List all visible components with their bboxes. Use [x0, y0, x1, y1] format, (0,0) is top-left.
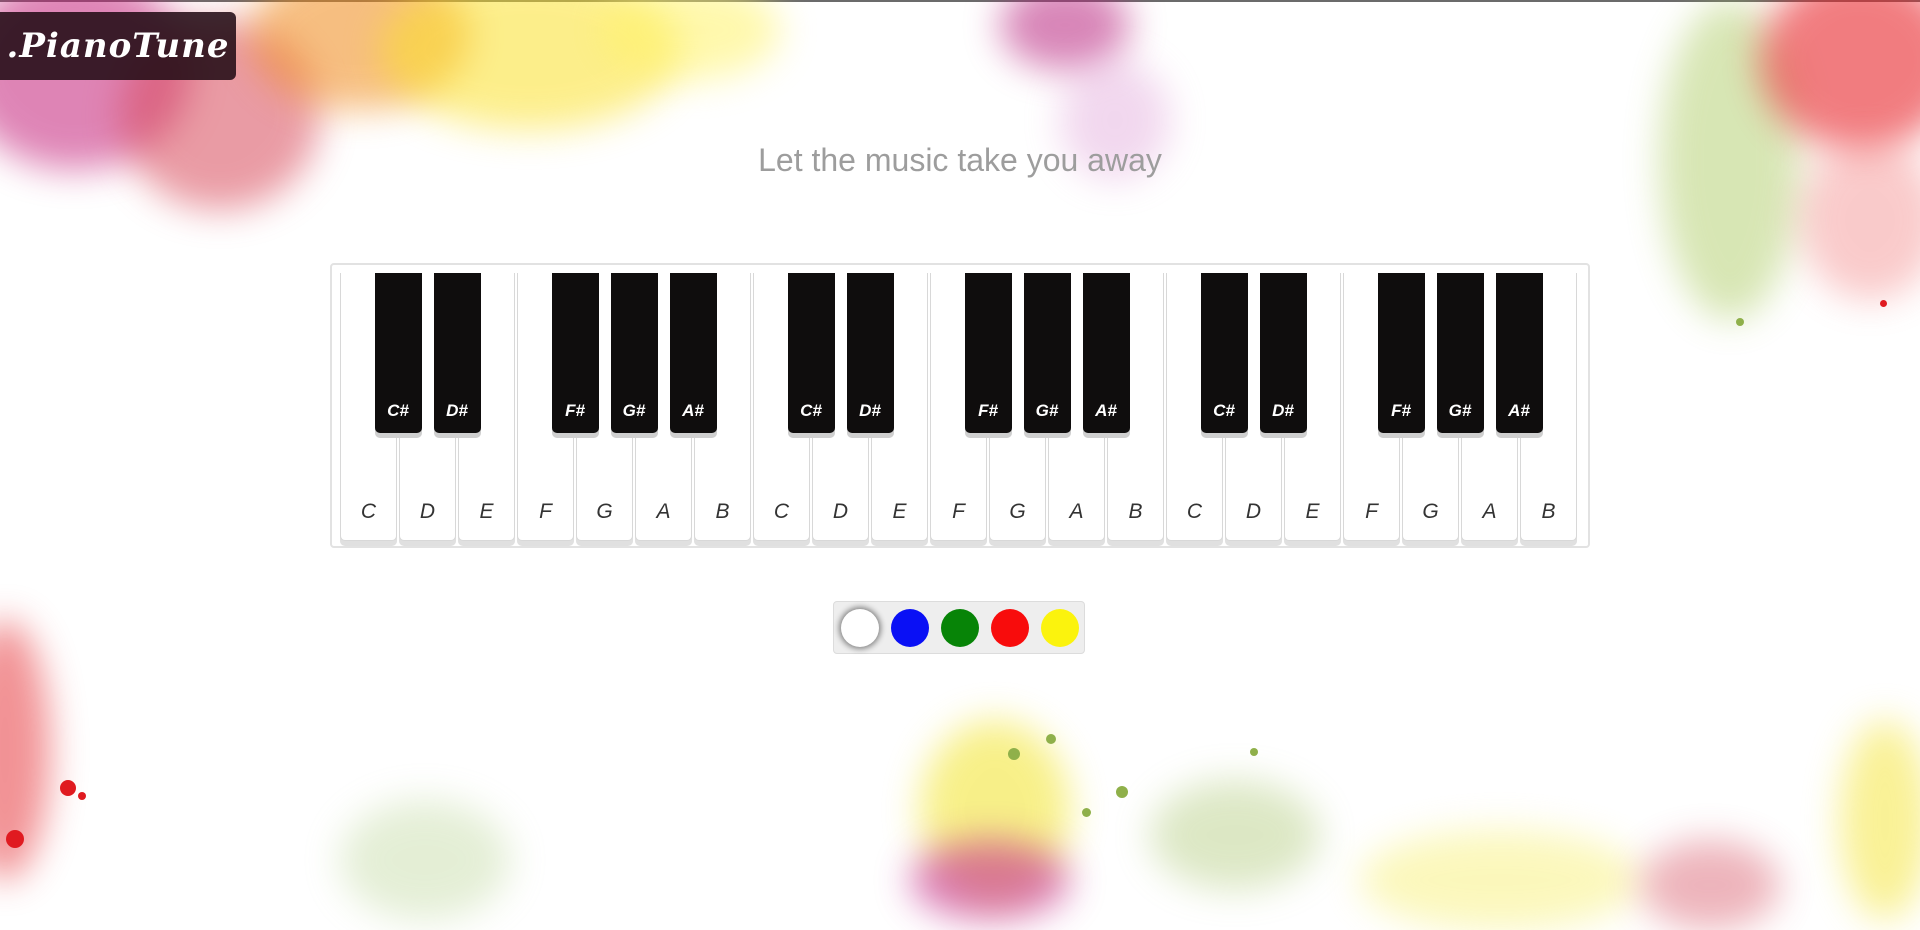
black-key[interactable]: A#: [1082, 273, 1130, 433]
black-key[interactable]: F#: [964, 273, 1012, 433]
white-key-label: D: [832, 500, 849, 523]
black-key-label: F#: [978, 401, 998, 420]
white-key-label: A: [656, 500, 671, 523]
logo-text: .PianoTune: [6, 26, 230, 66]
white-key-label: E: [479, 500, 494, 523]
black-key[interactable]: C#: [787, 273, 835, 433]
white-key-label: E: [1305, 500, 1320, 523]
black-key-label: C#: [1213, 401, 1235, 420]
white-key-label: C: [1186, 500, 1203, 523]
white-key-label: E: [892, 500, 907, 523]
black-key-label: D#: [1272, 401, 1294, 420]
color-palette: [833, 601, 1085, 654]
black-key-label: A#: [1095, 401, 1117, 420]
piano-keyboard: C D E F G A B C D E F G A B C D E F G A B C# D# F# G# A# C# D# F# G#…: [330, 263, 1590, 548]
black-key-label: A#: [1508, 401, 1530, 420]
black-key-label: F#: [1391, 401, 1411, 420]
white-key-label: D: [1245, 500, 1262, 523]
black-key[interactable]: G#: [1023, 273, 1071, 433]
black-key[interactable]: D#: [1259, 273, 1307, 433]
white-key-label: B: [1541, 500, 1556, 523]
color-swatch-blue[interactable]: [891, 609, 929, 647]
logo[interactable]: .PianoTune: [0, 12, 236, 80]
black-key[interactable]: A#: [1495, 273, 1543, 433]
color-swatch-red[interactable]: [991, 609, 1029, 647]
color-swatch-white[interactable]: [841, 609, 879, 647]
black-key[interactable]: G#: [610, 273, 658, 433]
white-key-label: G: [596, 500, 613, 523]
black-key[interactable]: F#: [1377, 273, 1425, 433]
white-key-label: C: [773, 500, 790, 523]
white-key-label: F: [539, 500, 552, 523]
white-key-label: G: [1422, 500, 1439, 523]
white-key-label: D: [419, 500, 436, 523]
white-key-label: A: [1482, 500, 1497, 523]
black-key-label: D#: [859, 401, 881, 420]
black-key[interactable]: D#: [846, 273, 894, 433]
top-border: [0, 0, 1920, 2]
black-key[interactable]: F#: [551, 273, 599, 433]
color-swatch-yellow[interactable]: [1041, 609, 1079, 647]
white-key-label: B: [715, 500, 730, 523]
black-key-label: G#: [1448, 401, 1472, 420]
white-key-label: B: [1128, 500, 1143, 523]
white-key-label: F: [1365, 500, 1378, 523]
tagline: Let the music take you away: [758, 142, 1162, 178]
white-key-label: F: [952, 500, 965, 523]
black-key-label: C#: [800, 401, 822, 420]
color-swatch-green[interactable]: [941, 609, 979, 647]
white-key-label: C: [360, 500, 377, 523]
black-key[interactable]: C#: [374, 273, 422, 433]
black-key[interactable]: G#: [1436, 273, 1484, 433]
black-key-label: A#: [682, 401, 704, 420]
black-key[interactable]: D#: [433, 273, 481, 433]
black-key-label: G#: [1035, 401, 1059, 420]
black-key-label: C#: [387, 401, 409, 420]
black-key-label: G#: [622, 401, 646, 420]
black-key[interactable]: A#: [669, 273, 717, 433]
white-key-label: G: [1009, 500, 1026, 523]
white-key-label: A: [1069, 500, 1084, 523]
black-key[interactable]: C#: [1200, 273, 1248, 433]
black-key-label: F#: [565, 401, 585, 420]
black-key-label: D#: [446, 401, 468, 420]
